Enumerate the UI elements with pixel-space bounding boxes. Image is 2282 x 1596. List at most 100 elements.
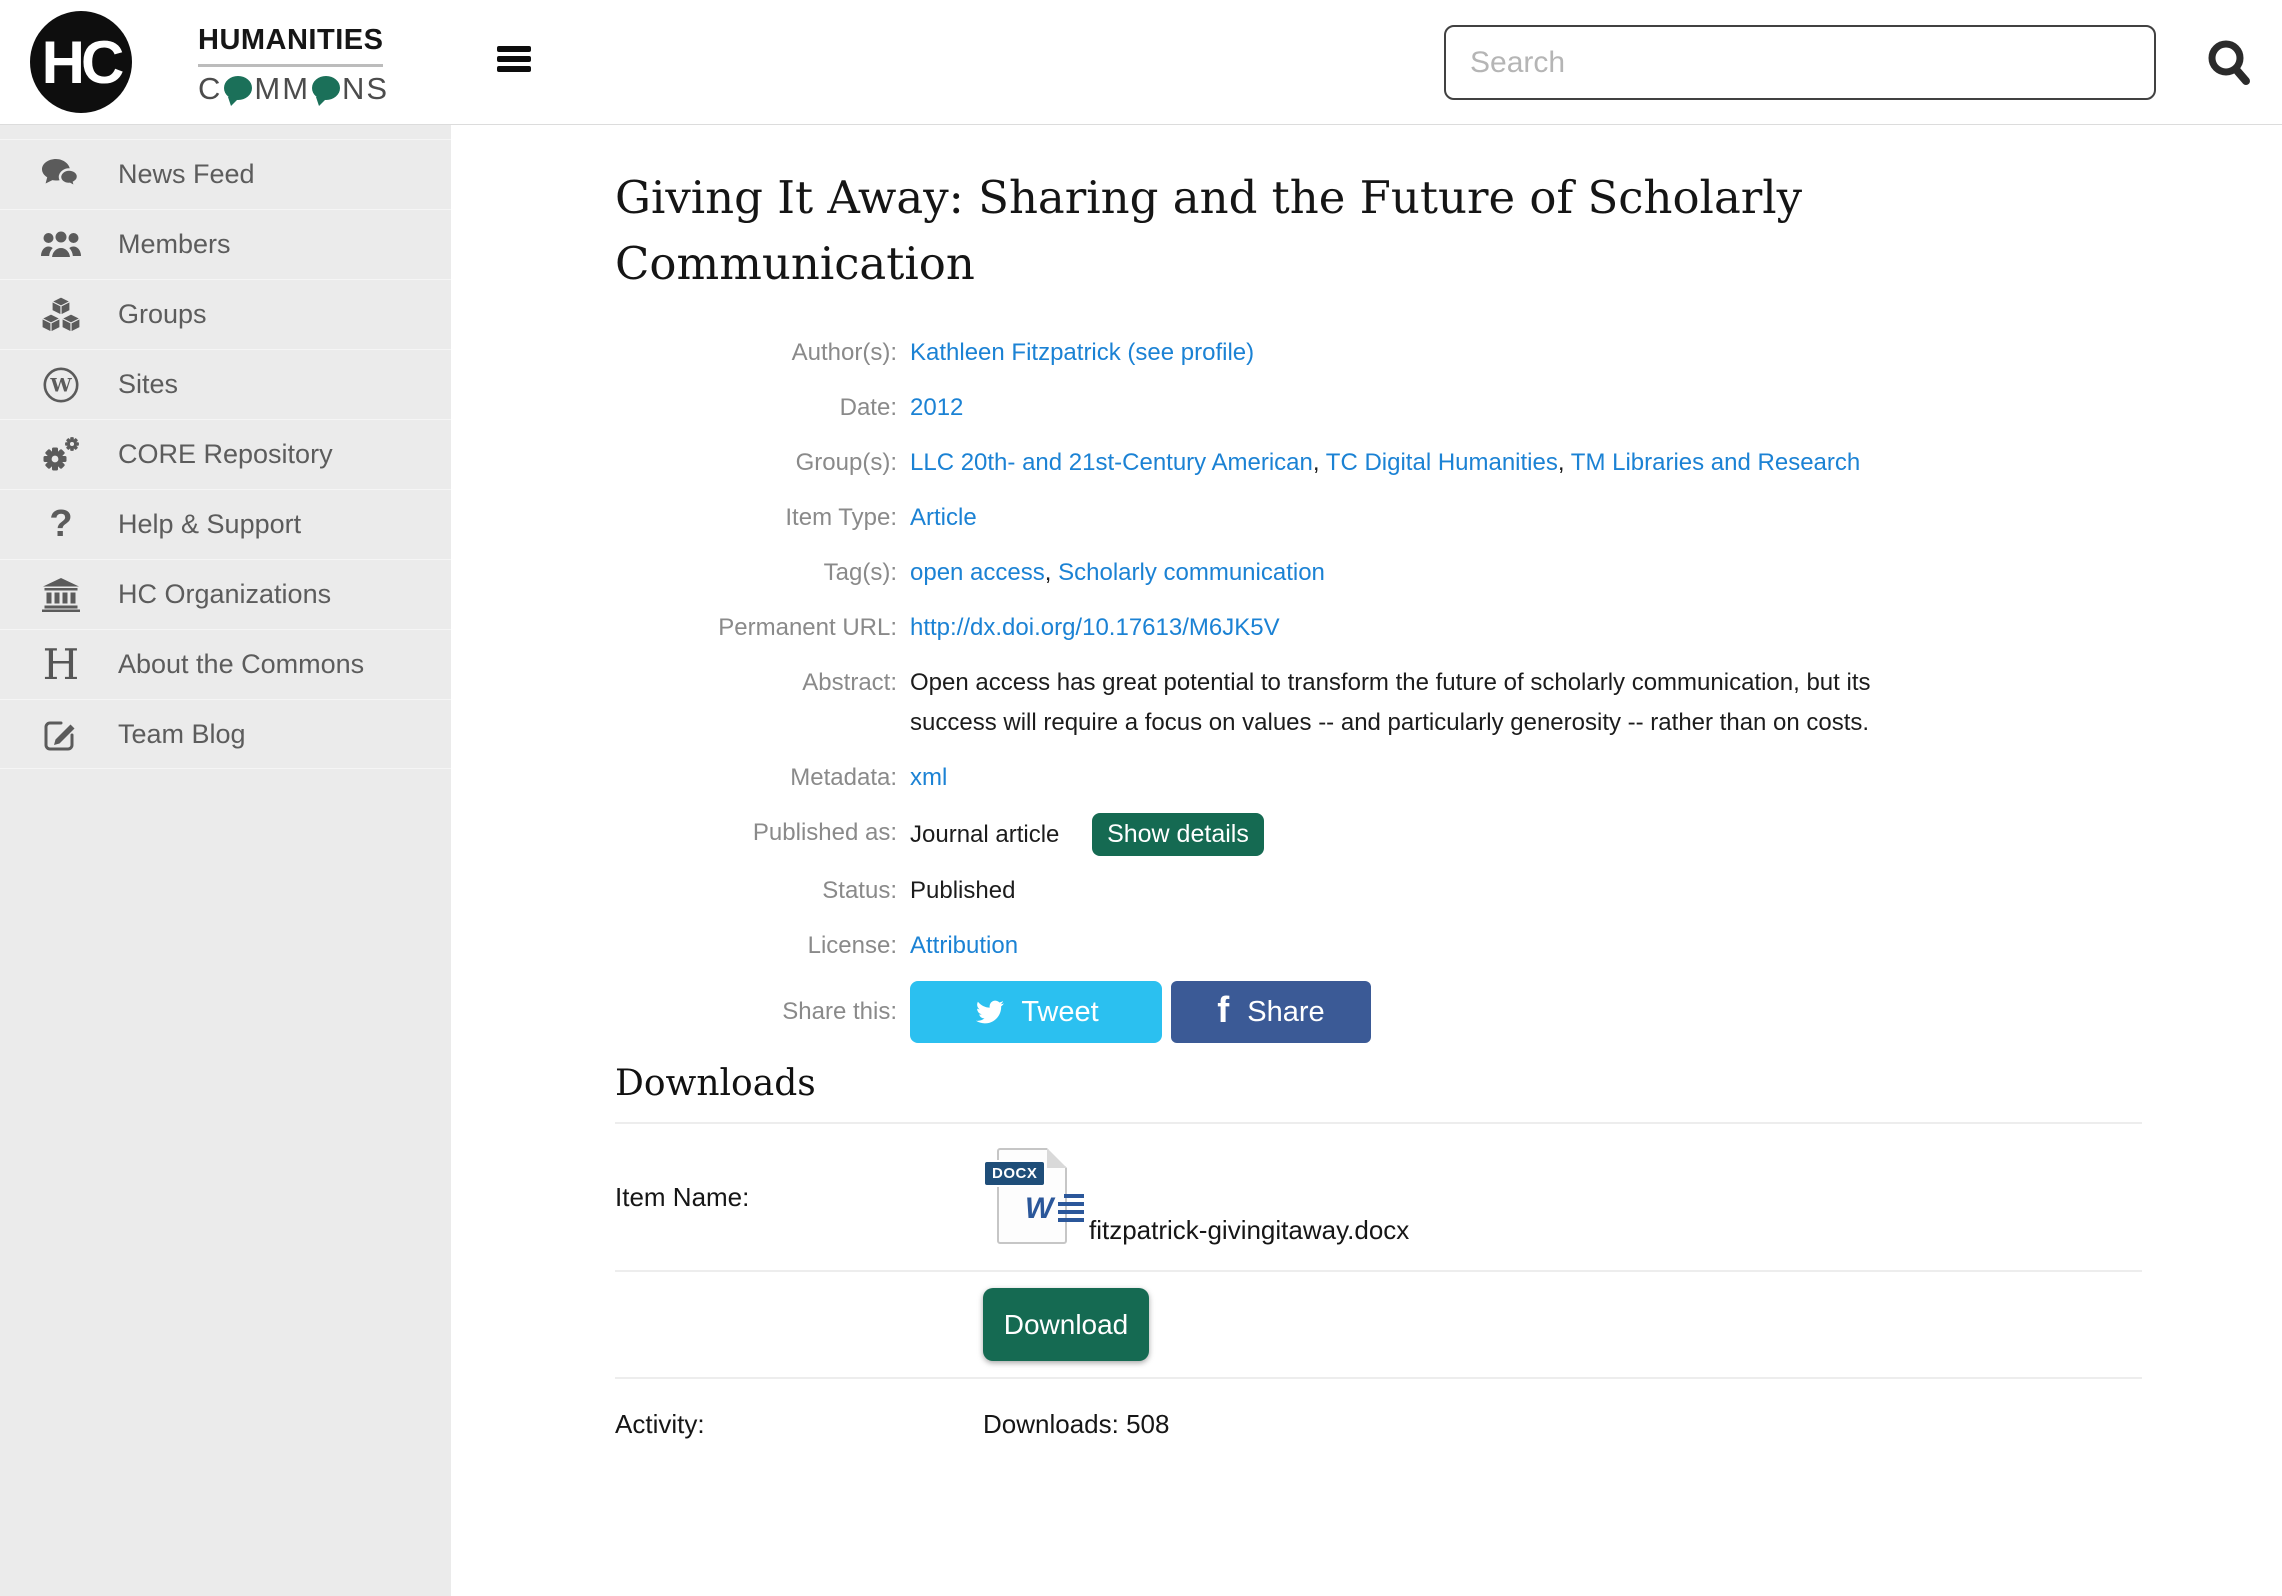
- field-label: Date:: [615, 388, 897, 428]
- activity-label: Activity:: [615, 1409, 983, 1440]
- page-title-line2: Communication: [615, 231, 2142, 297]
- tag-link[interactable]: Scholarly communication: [1058, 559, 1325, 586]
- commons-letters-mm: MM: [254, 71, 310, 107]
- users-icon: [38, 229, 84, 261]
- download-button[interactable]: Download: [983, 1288, 1149, 1361]
- group-link[interactable]: TM Libraries and Research: [1571, 449, 1860, 476]
- field-label: Status:: [615, 871, 897, 911]
- meta-row-groups: Group(s): LLC 20th- and 21st-Century Ame…: [615, 443, 2142, 483]
- brand-humanities: HUMANITIES: [198, 24, 383, 67]
- sidebar-item-hc-organizations[interactable]: HC Organizations: [0, 559, 451, 629]
- wordpress-icon: W: [38, 366, 84, 404]
- downloads-heading: Downloads: [615, 1063, 2142, 1104]
- search-icon[interactable]: [2204, 36, 2256, 88]
- meta-row-tags: Tag(s): open access, Scholarly communica…: [615, 553, 2142, 593]
- field-label: Share this:: [615, 992, 897, 1032]
- group-link[interactable]: TC Digital Humanities: [1326, 449, 1558, 476]
- sidebar-item-label: Sites: [118, 369, 178, 400]
- sidebar-item-label: CORE Repository: [118, 439, 333, 470]
- sidebar-item-label: About the Commons: [118, 649, 364, 680]
- date-link[interactable]: 2012: [910, 394, 963, 421]
- meta-row-status: Status: Published: [615, 871, 2142, 911]
- sidebar-item-label: HC Organizations: [118, 579, 331, 610]
- abstract-text: Open access has great potential to trans…: [910, 663, 1910, 743]
- field-label: Author(s):: [615, 333, 897, 373]
- sidebar-item-sites[interactable]: W Sites: [0, 349, 451, 419]
- field-label: Tag(s):: [615, 553, 897, 593]
- download-row: Download: [615, 1272, 2142, 1377]
- author-link[interactable]: Kathleen Fitzpatrick (see profile): [910, 339, 1254, 366]
- docx-file-icon: W DOCX: [983, 1148, 1071, 1246]
- metadata-xml-link[interactable]: xml: [910, 764, 947, 791]
- share-button-label: Share: [1247, 996, 1324, 1029]
- search-input[interactable]: [1444, 25, 2156, 100]
- header: HC HUMANITIES C MM NS: [0, 0, 2282, 125]
- tweet-button[interactable]: Tweet: [910, 981, 1162, 1043]
- field-label: Permanent URL:: [615, 608, 897, 648]
- activity-value: Downloads: 508: [983, 1409, 1169, 1440]
- group-link[interactable]: LLC 20th- and 21st-Century American: [910, 449, 1313, 476]
- status-value: Published: [910, 871, 1015, 911]
- published-as-value: Journal article: [910, 821, 1059, 848]
- sidebar-item-help-support[interactable]: ? Help & Support: [0, 489, 451, 559]
- field-label: License:: [615, 926, 897, 966]
- sidebar-item-news-feed[interactable]: News Feed: [0, 139, 451, 209]
- page-title: Giving It Away: Sharing and the Future o…: [615, 165, 2142, 297]
- hamburger-menu-icon[interactable]: [497, 46, 531, 76]
- sidebar-item-label: Members: [118, 229, 231, 260]
- hc-logo[interactable]: HC: [30, 11, 132, 113]
- question-icon: ?: [38, 503, 84, 546]
- permanent-url-link[interactable]: http://dx.doi.org/10.17613/M6JK5V: [910, 614, 1280, 641]
- separator: ,: [1045, 559, 1052, 586]
- license-link[interactable]: Attribution: [910, 932, 1018, 959]
- docx-badge: DOCX: [983, 1160, 1046, 1187]
- sidebar-item-label: News Feed: [118, 159, 255, 190]
- cubes-icon: [38, 297, 84, 333]
- bank-icon: [38, 578, 84, 612]
- meta-row-date: Date: 2012: [615, 388, 2142, 428]
- sidebar-item-label: Help & Support: [118, 509, 301, 540]
- meta-row-license: License: Attribution: [615, 926, 2142, 966]
- show-details-button[interactable]: Show details: [1092, 813, 1264, 856]
- meta-row-author: Author(s): Kathleen Fitzpatrick (see pro…: [615, 333, 2142, 373]
- sidebar-item-label: Team Blog: [118, 719, 246, 750]
- item-name-row: Item Name: W DOCX fitzpatrick-givingitaw…: [615, 1124, 2142, 1270]
- meta-row-permanent-url: Permanent URL: http://dx.doi.org/10.1761…: [615, 608, 2142, 648]
- sidebar-item-label: Groups: [118, 299, 207, 330]
- sidebar-item-about-the-commons[interactable]: H About the Commons: [0, 629, 451, 699]
- meta-row-published-as: Published as: Journal article Show detai…: [615, 813, 2142, 856]
- item-name-label: Item Name:: [615, 1182, 983, 1213]
- brand-wordmark[interactable]: HUMANITIES C MM NS: [198, 24, 389, 107]
- sidebar: News Feed Members Groups: [0, 125, 451, 1596]
- activity-row: Activity: Downloads: 508: [615, 1379, 2142, 1470]
- tag-link[interactable]: open access: [910, 559, 1045, 586]
- metadata-table: Author(s): Kathleen Fitzpatrick (see pro…: [615, 333, 2142, 1043]
- meta-row-item-type: Item Type: Article: [615, 498, 2142, 538]
- speech-bubble-icon: [312, 76, 340, 100]
- comments-icon: [38, 158, 84, 192]
- field-label: Published as:: [615, 813, 897, 856]
- field-label: Group(s):: [615, 443, 897, 483]
- file-name: fitzpatrick-givingitaway.docx: [1089, 1215, 1409, 1246]
- field-label: Abstract:: [615, 663, 897, 743]
- commons-letters-ns: NS: [342, 71, 389, 107]
- meta-row-abstract: Abstract: Open access has great potentia…: [615, 663, 2142, 743]
- edit-icon: [38, 716, 84, 752]
- sidebar-item-team-blog[interactable]: Team Blog: [0, 699, 451, 769]
- sidebar-item-core-repository[interactable]: CORE Repository: [0, 419, 451, 489]
- hc-logo-text: HC: [42, 28, 121, 97]
- main-content: Giving It Away: Sharing and the Future o…: [451, 125, 2282, 1596]
- sidebar-item-members[interactable]: Members: [0, 209, 451, 279]
- item-type-link[interactable]: Article: [910, 504, 977, 531]
- field-label: Metadata:: [615, 758, 897, 798]
- twitter-bird-icon: [973, 998, 1007, 1026]
- meta-row-metadata: Metadata: xml: [615, 758, 2142, 798]
- gears-icon: [38, 436, 84, 473]
- svg-text:W: W: [49, 374, 72, 396]
- letter-h-icon: H: [38, 640, 84, 689]
- facebook-f-icon: f: [1217, 989, 1229, 1031]
- brand-commons: C MM NS: [198, 71, 389, 107]
- sidebar-item-groups[interactable]: Groups: [0, 279, 451, 349]
- meta-row-share: Share this: Tweet f Share: [615, 981, 2142, 1043]
- facebook-share-button[interactable]: f Share: [1171, 981, 1371, 1043]
